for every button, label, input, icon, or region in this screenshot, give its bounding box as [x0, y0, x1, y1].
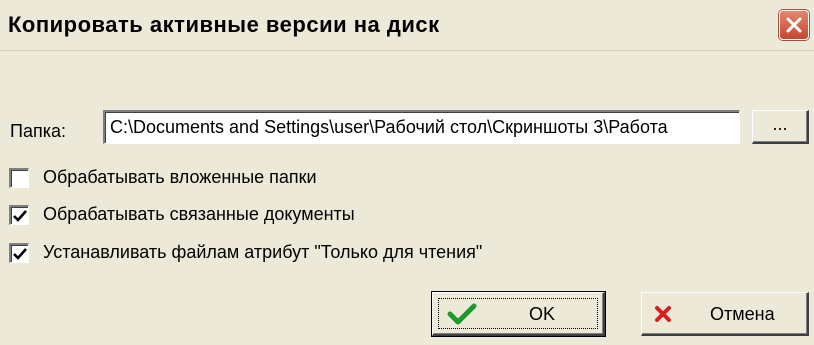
- window-title: Копировать активные версии на диск: [8, 12, 440, 37]
- cancel-label: Отмена: [710, 304, 775, 324]
- ok-button[interactable]: OK: [431, 291, 606, 337]
- checkmark-icon: [447, 303, 477, 330]
- linked-documents-checkbox[interactable]: [9, 205, 29, 225]
- ok-label: OK: [529, 304, 556, 324]
- readonly-attribute-checkbox[interactable]: [9, 243, 29, 263]
- checkmark-icon: [13, 210, 27, 222]
- close-button[interactable]: [779, 10, 809, 40]
- checkmark-icon: [13, 248, 27, 260]
- copy-versions-dialog: Копировать активные версии на диск Папка…: [0, 0, 814, 345]
- folder-label: Папка:: [10, 121, 66, 141]
- linked-documents-label: Обрабатывать связанные документы: [43, 204, 355, 224]
- browse-button[interactable]: ...: [752, 110, 809, 144]
- readonly-attribute-label: Устанавливать файлам атрибут "Только для…: [43, 242, 483, 262]
- nested-folders-checkbox[interactable]: [9, 168, 29, 188]
- nested-folders-label: Обрабатывать вложенные папки: [43, 167, 317, 187]
- title-bar[interactable]: Копировать активные версии на диск: [0, 0, 814, 51]
- cross-icon: [654, 305, 672, 328]
- cancel-button[interactable]: Отмена: [641, 292, 809, 336]
- folder-path-input[interactable]: C:\Documents and Settings\user\Рабочий с…: [103, 110, 740, 144]
